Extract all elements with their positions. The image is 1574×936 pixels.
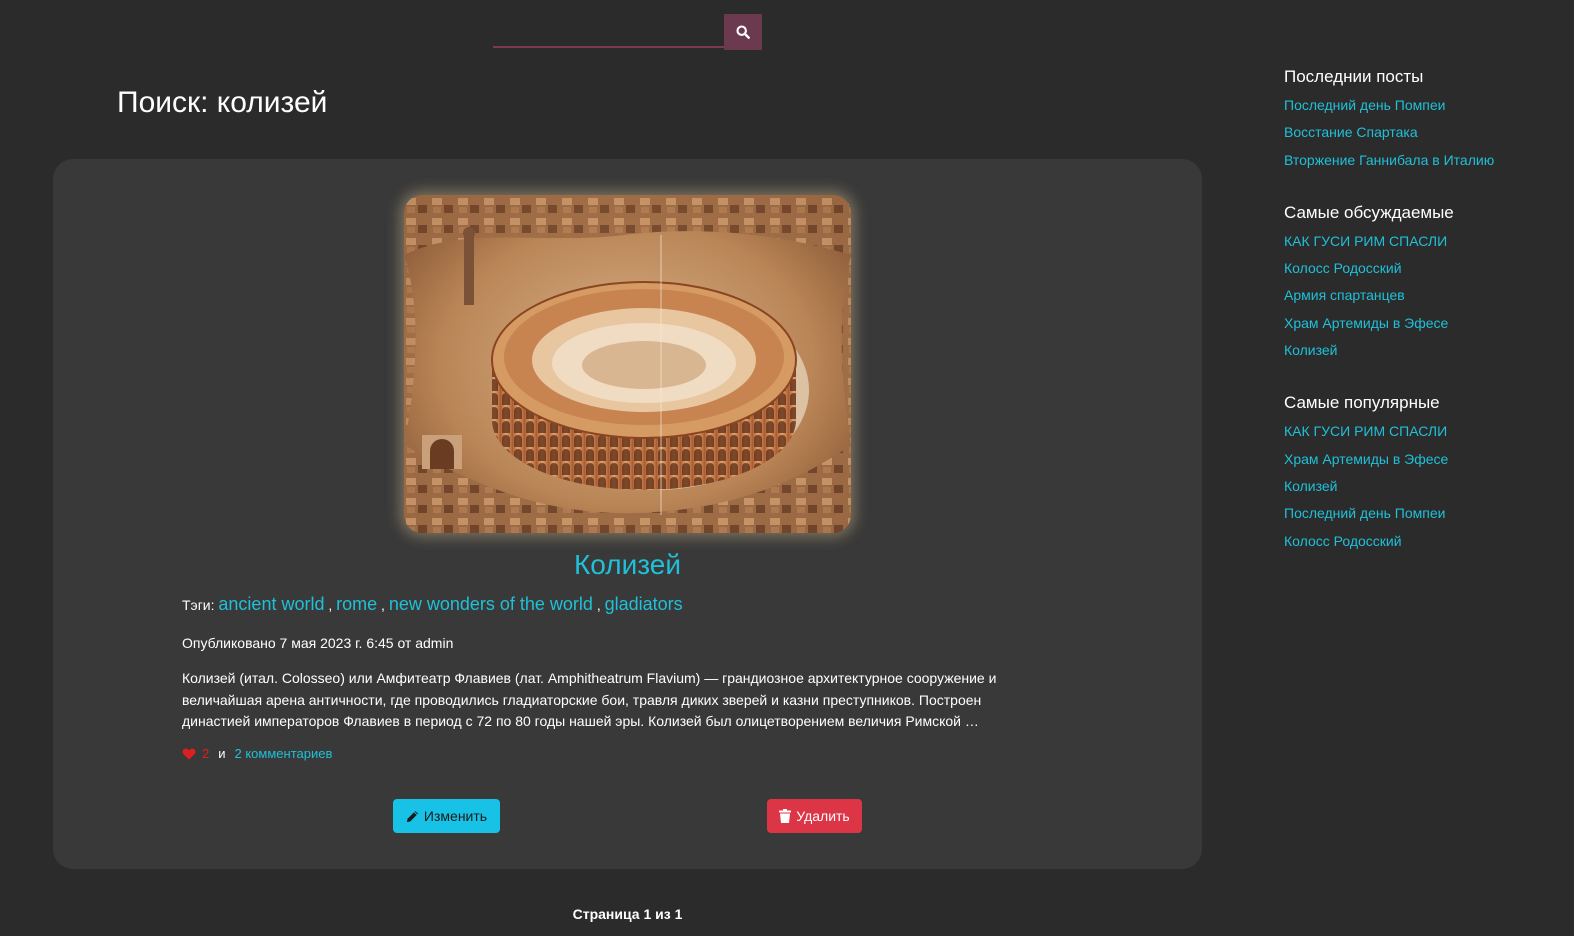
excerpt-line: величайшая арена античности, где проводи… xyxy=(182,691,982,708)
post-title-link[interactable]: Колизей xyxy=(53,549,1202,581)
page-title: Поиск: колизей xyxy=(117,86,328,119)
post-card: Колизей Тэги: ancient world , rome , new… xyxy=(53,159,1202,869)
sidebar-section-latest: Последнии посты Последний день Помпеи Во… xyxy=(1284,66,1564,174)
tag-link[interactable]: gladiators xyxy=(605,594,683,614)
sidebar-post-link[interactable]: Вторжение Ганнибала в Италию xyxy=(1284,152,1494,168)
tag-link[interactable]: ancient world xyxy=(218,594,324,614)
published-info: Опубликовано 7 мая 2023 г. 6:45 от admin xyxy=(182,635,454,651)
trash-icon xyxy=(779,809,792,823)
and-text: и xyxy=(218,746,226,761)
post-image[interactable] xyxy=(404,195,851,533)
sidebar-post-link[interactable]: Колосс Родосский xyxy=(1284,533,1402,549)
sidebar-post-link[interactable]: Колизей xyxy=(1284,478,1338,494)
sidebar-heading: Последнии посты xyxy=(1284,67,1424,86)
sidebar-list: КАК ГУСИ РИМ СПАСЛИ Колосс Родосский Арм… xyxy=(1284,228,1564,364)
post-stats: 2 и 2 комментариев xyxy=(182,746,332,761)
sidebar-post-link[interactable]: Храм Артемиды в Эфесе xyxy=(1284,315,1448,331)
pagination-info: Страница 1 из 1 xyxy=(572,906,683,922)
sidebar-post-link[interactable]: Последний день Помпеи xyxy=(1284,97,1445,113)
search-form xyxy=(493,14,762,50)
sidebar-heading: Самые популярные xyxy=(1284,393,1440,413)
tags-line: Тэги: ancient world , rome , new wonders… xyxy=(182,594,683,615)
sidebar-post-link[interactable]: Колизей xyxy=(1284,342,1338,358)
sidebar-post-link[interactable]: Восстание Спартака xyxy=(1284,124,1418,140)
tag-separator: , xyxy=(381,597,385,613)
search-icon xyxy=(736,25,750,39)
delete-button[interactable]: Удалить xyxy=(767,799,862,833)
pencil-icon xyxy=(406,810,418,822)
heart-icon[interactable] xyxy=(182,748,196,760)
search-button[interactable] xyxy=(724,14,762,50)
delete-button-label: Удалить xyxy=(796,808,850,824)
sidebar-post-link[interactable]: КАК ГУСИ РИМ СПАСЛИ xyxy=(1284,233,1447,249)
sidebar-section-most-popular: Самые популярные КАК ГУСИ РИМ СПАСЛИ Хра… xyxy=(1284,392,1564,554)
post-excerpt: Колизей (итал. Colosseo) или Амфитеатр Ф… xyxy=(182,668,1042,733)
edit-button-label: Изменить xyxy=(423,808,488,824)
sidebar-list: Последний день Помпеи Восстание Спартака… xyxy=(1284,92,1564,174)
sidebar: Последнии посты Последний день Помпеи Во… xyxy=(1284,66,1564,583)
excerpt-line: династией императоров Флавиев в период с… xyxy=(182,713,979,729)
tags-label: Тэги: xyxy=(182,597,215,613)
sidebar-post-link[interactable]: Армия спартанцев xyxy=(1284,287,1405,303)
sidebar-post-link[interactable]: Храм Артемиды в Эфесе xyxy=(1284,451,1448,467)
tag-separator: , xyxy=(328,597,333,613)
sidebar-list: КАК ГУСИ РИМ СПАСЛИ Храм Артемиды в Эфес… xyxy=(1284,418,1564,554)
edit-button[interactable]: Изменить xyxy=(393,799,500,833)
sidebar-post-link[interactable]: Колосс Родосский xyxy=(1284,260,1402,276)
tag-separator: , xyxy=(596,597,601,613)
excerpt-line: Колизей (итал. Colosseo) или Амфитеатр Ф… xyxy=(182,670,997,686)
colosseum-illustration xyxy=(404,195,851,533)
search-input[interactable] xyxy=(493,14,724,48)
tag-link[interactable]: new wonders of the world xyxy=(389,594,593,614)
sidebar-heading: Самые обсуждаемые xyxy=(1284,202,1454,222)
page: Поиск: колизей Колизей Тэги: ancient wor… xyxy=(0,0,1574,936)
sidebar-post-link[interactable]: Последний день Помпеи xyxy=(1284,505,1445,521)
comments-link[interactable]: 2 комментариев xyxy=(235,746,333,761)
sidebar-post-link[interactable]: КАК ГУСИ РИМ СПАСЛИ xyxy=(1284,423,1447,439)
sidebar-section-most-discussed: Самые обсуждаемые КАК ГУСИ РИМ СПАСЛИ Ко… xyxy=(1284,202,1564,364)
like-count: 2 xyxy=(202,746,210,761)
tag-link[interactable]: rome xyxy=(336,594,377,614)
